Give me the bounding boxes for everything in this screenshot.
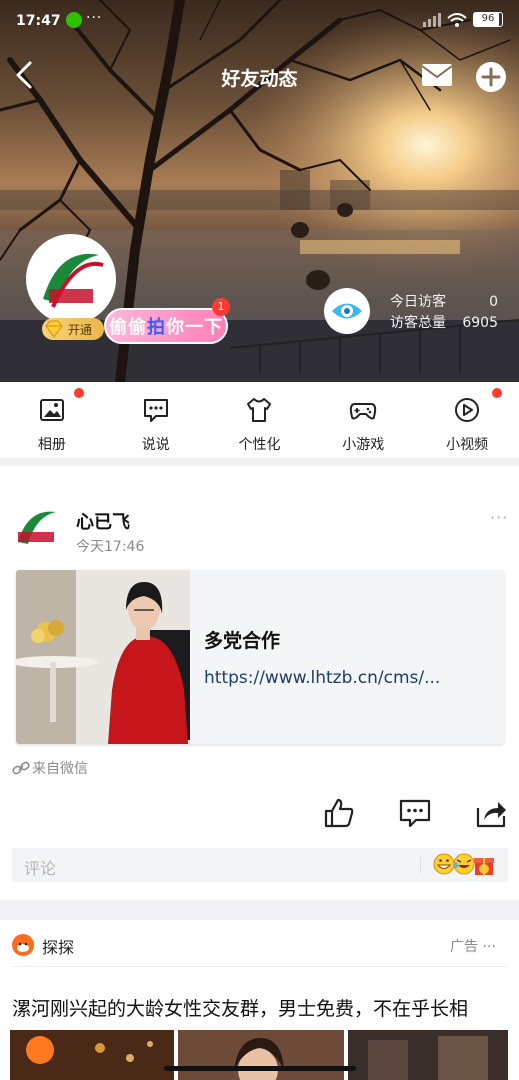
add-post-icon[interactable]	[474, 60, 508, 94]
ad-image-2	[178, 1030, 344, 1080]
eye-icon	[332, 303, 362, 319]
visits-today-value: 0	[489, 294, 498, 310]
shared-link-card[interactable]: 多党合作 https://www.lhtzb.cn/cms/...	[16, 570, 504, 744]
shortcut-album-label: 相册	[37, 437, 66, 453]
comment-placeholder: 评论	[24, 859, 57, 878]
visitor-stats[interactable]: 今日访客 0 访客总量 6905	[390, 292, 498, 334]
comment-icon[interactable]	[398, 796, 432, 830]
qzone-friend-feed-screen: 17:47 ··· 96 好友动态 开通 偷偷 拍 你一下 1 今日访客 0 访…	[0, 0, 519, 1080]
post-timestamp: 今天17:46	[76, 539, 145, 555]
poke-text-before: 偷偷	[109, 317, 147, 338]
shortcut-short-video[interactable]: 小视频	[415, 382, 519, 458]
avatar-logo-image	[29, 237, 113, 321]
comment-input[interactable]: 评论	[12, 848, 508, 882]
feed-post-card: 心已飞 今天17:46 ··· 多党合作 https://www.lhtzb.c…	[0, 466, 519, 900]
ad-photo-lights-image	[10, 1030, 174, 1080]
wechat-notification-icon	[66, 12, 82, 28]
diamond-icon	[45, 320, 63, 338]
status-bar: 17:47 ··· 96	[0, 0, 519, 44]
post-source: 来自微信	[12, 758, 88, 778]
ad-image-1	[10, 1030, 174, 1080]
user-avatar[interactable]	[26, 234, 116, 324]
shortcut-shuoshuo-label: 说说	[141, 437, 170, 453]
signal-icon	[423, 12, 441, 27]
ad-headline: 漯河刚兴起的大龄女性交友群，男士免费，不在乎长相	[12, 998, 469, 1020]
visits-today-row: 今日访客 0	[390, 292, 498, 313]
post-more-menu-icon[interactable]: ···	[490, 508, 508, 527]
gift-emoji-icon	[474, 858, 494, 875]
ad-label-menu[interactable]: 广告 ···	[450, 936, 496, 956]
ad-divider	[12, 966, 508, 967]
wifi-icon	[447, 12, 467, 27]
visits-total-value: 6905	[462, 315, 498, 331]
share-forward-icon[interactable]	[474, 796, 508, 830]
shortcut-minigame[interactable]: 小游戏	[311, 382, 415, 458]
post-source-label: 来自微信	[32, 761, 88, 777]
post-author-name[interactable]: 心已飞	[76, 508, 130, 534]
link-title: 多党合作	[204, 630, 281, 652]
poke-count-badge: 1	[212, 298, 230, 316]
tshirt-icon	[247, 398, 272, 422]
speech-bubble-icon	[143, 399, 168, 422]
poke-text-after: 你一下	[166, 317, 223, 338]
link-chain-icon	[12, 761, 30, 775]
woman-in-red-dress-image	[16, 570, 190, 744]
visits-total-label: 访客总量	[390, 315, 446, 331]
ad-image-3	[348, 1030, 508, 1080]
shortcut-shuoshuo[interactable]: 说说	[104, 382, 208, 458]
visits-today-label: 今日访客	[390, 294, 446, 310]
cover-photo[interactable]: 17:47 ··· 96 好友动态 开通 偷偷 拍 你一下 1 今日访客 0 访…	[0, 0, 519, 382]
vip-open-badge[interactable]: 开通	[42, 318, 104, 340]
ad-photo-woman-image	[178, 1030, 344, 1080]
visitor-eye-button[interactable]	[324, 288, 370, 334]
shortcut-personalize-label: 个性化	[238, 437, 281, 453]
status-more-icon: ···	[86, 10, 103, 26]
shortcut-album[interactable]: 相册	[0, 382, 104, 458]
post-author-avatar[interactable]	[12, 502, 62, 552]
link-url: https://www.lhtzb.cn/cms/...	[204, 668, 441, 688]
ad-card[interactable]: 探探 广告 ··· 漯河刚兴起的大龄女性交友群，男士免费，不在乎长相	[0, 920, 519, 1080]
shortcut-short-video-label: 小视频	[446, 437, 489, 453]
poke-text-highlight: 拍	[147, 317, 166, 338]
shortcut-bar: 相册 说说 个性化 小游戏 小视频	[0, 382, 519, 458]
visits-total-row: 访客总量 6905	[390, 313, 498, 334]
link-thumbnail	[16, 570, 190, 744]
photo-album-icon	[39, 399, 64, 421]
tantan-fox-logo-icon	[12, 934, 34, 956]
play-video-icon	[455, 398, 480, 422]
vip-label: 开通	[68, 322, 93, 337]
comment-divider	[420, 857, 421, 873]
status-icons: 96	[423, 12, 503, 27]
album-red-dot	[74, 388, 84, 398]
status-time: 17:47	[16, 13, 61, 29]
author-logo-image	[12, 502, 62, 552]
shortcut-minigame-label: 小游戏	[342, 437, 385, 453]
ad-advertiser-name: 探探	[42, 938, 75, 957]
gamepad-icon	[350, 403, 377, 420]
ad-photo-room-image	[348, 1030, 508, 1080]
message-envelope-icon[interactable]	[420, 60, 454, 90]
battery-indicator: 96	[473, 12, 503, 27]
emoji-picker-button[interactable]	[432, 851, 494, 877]
like-thumbs-up-icon[interactable]	[322, 796, 356, 830]
nav-bar: 好友动态	[0, 52, 519, 100]
home-indicator[interactable]	[164, 1066, 356, 1071]
shortcut-personalize[interactable]: 个性化	[208, 382, 502, 458]
poke-button[interactable]: 偷偷拍你一下	[104, 308, 228, 344]
